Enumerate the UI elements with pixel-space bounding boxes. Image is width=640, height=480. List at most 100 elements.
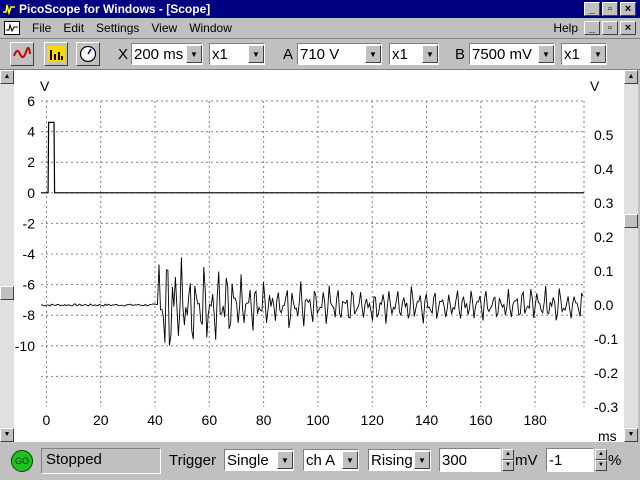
menu-settings[interactable]: Settings (90, 21, 145, 35)
scroll-up-arrow-icon[interactable]: ▲ (0, 70, 14, 84)
trigger-mode-select[interactable]: Single ▼ (224, 449, 294, 471)
trigger-edge-select[interactable]: Rising ▼ (368, 449, 431, 471)
right-tick-label: 0.5 (594, 127, 614, 143)
chevron-down-icon[interactable]: ▼ (248, 45, 264, 63)
left-tick-label: 0 (27, 185, 35, 201)
right-tick-label: -0.1 (594, 331, 618, 347)
right-tick-label: 0.0 (594, 297, 614, 313)
chevron-down-icon[interactable]: ▼ (186, 45, 202, 63)
scope-trace-chart: 0 20 40 60 80 100 120 140 160 1806420-2-4-6-8-100… (15, 78, 619, 444)
x-tick-label: 60 (202, 412, 218, 428)
channel-b-multiplier-select[interactable]: x1 ▼ (561, 43, 607, 65)
trigger-delay-unit: % (608, 452, 622, 469)
chevron-down-icon[interactable]: ▼ (342, 451, 358, 469)
left-tick-label: -4 (23, 246, 36, 262)
x-tick-label: 180 (523, 412, 547, 428)
picoscope-app-icon (2, 2, 16, 16)
right-tick-label: 0.3 (594, 195, 614, 211)
oscilloscope-plot: 0 20 40 60 80 100 120 140 160 180 6 4 2 0 -2 -4 -6 -8 -10 0… (14, 70, 624, 444)
run-state-text: Stopped (46, 451, 102, 468)
mdi-restore-button[interactable]: ▫ (602, 21, 618, 35)
channel-b-multiplier-value: x1 (564, 45, 580, 63)
trigger-level-input[interactable]: 300 (439, 448, 501, 472)
chevron-down-icon[interactable]: ▼ (538, 45, 554, 63)
trigger-label: Trigger (169, 452, 216, 469)
go-button[interactable]: GO (11, 450, 33, 472)
close-button[interactable]: × (620, 2, 636, 16)
channel-a-trace (41, 121, 584, 194)
x-multiplier-select[interactable]: x1 ▼ (209, 43, 265, 65)
trigger-delay-input[interactable]: -1 (546, 448, 594, 472)
channel-b-range-value: 7500 mV (472, 45, 533, 63)
scroll-down-arrow-icon[interactable]: ▼ (624, 428, 638, 442)
spin-up-icon[interactable]: ▲ (595, 449, 607, 460)
scope-document-icon[interactable] (4, 21, 20, 35)
scope-toolbar: X 200 ms ▼ x1 ▼ A 710 V ▼ x1 ▼ B 7500 mV… (0, 38, 640, 70)
restore-button[interactable]: ▫ (602, 2, 618, 16)
spectrum-mode-button[interactable] (44, 42, 68, 66)
menu-view[interactable]: View (145, 21, 183, 35)
x-tick-label: 80 (256, 412, 272, 428)
trigger-channel-value: ch A (306, 451, 336, 469)
channel-b-offset-scrollbar[interactable]: ▲ ▼ (624, 70, 638, 442)
trigger-edge-value: Rising (371, 451, 413, 469)
right-tick-label: 0.2 (594, 229, 614, 245)
right-tick-label: 0.4 (594, 161, 614, 177)
meter-dial-icon (79, 45, 97, 63)
timebase-value: 200 ms (134, 45, 184, 63)
scroll-up-arrow-icon[interactable]: ▲ (624, 70, 638, 84)
x-tick-label: 0 (43, 412, 51, 428)
channel-a-multiplier-select[interactable]: x1 ▼ (389, 43, 439, 65)
menu-window[interactable]: Window (183, 21, 238, 35)
chevron-down-icon[interactable]: ▼ (414, 451, 430, 469)
left-tick-label: -2 (23, 215, 36, 231)
run-state-field: Stopped (41, 448, 161, 474)
minimize-button[interactable]: _ (584, 2, 600, 16)
left-tick-label: 6 (27, 93, 35, 109)
x-multiplier-value: x1 (212, 45, 228, 63)
chevron-down-icon[interactable]: ▼ (365, 45, 381, 63)
channel-a-offset-scrollbar[interactable]: ▲ ▼ (0, 70, 14, 442)
mdi-minimize-button[interactable]: _ (584, 21, 600, 35)
left-axis-unit-label: V (40, 78, 50, 94)
channel-a-offset-thumb[interactable] (0, 286, 14, 300)
menu-edit[interactable]: Edit (57, 21, 90, 35)
x-tick-label: 40 (147, 412, 163, 428)
spin-down-icon[interactable]: ▼ (595, 460, 607, 471)
left-tick-label: -8 (23, 307, 36, 323)
timebase-select[interactable]: 200 ms ▼ (131, 43, 203, 65)
menu-help[interactable]: Help (547, 21, 584, 35)
channel-b-offset-thumb[interactable] (624, 214, 638, 228)
scope-waveform-icon (13, 47, 31, 58)
spin-down-icon[interactable]: ▼ (502, 460, 514, 471)
meter-mode-button[interactable] (76, 42, 100, 66)
chevron-down-icon[interactable]: ▼ (590, 45, 606, 63)
window-title: PicoScope for Windows - [Scope] (19, 2, 211, 16)
x-tick-label: 20 (93, 412, 109, 428)
channel-b-label: B (455, 46, 466, 63)
left-tick-label: -10 (15, 338, 35, 354)
status-bar: GO Stopped Trigger Single ▼ ch A ▼ Risin… (0, 444, 640, 480)
channel-a-range-value: 710 V (300, 45, 340, 63)
mdi-close-button[interactable]: × (620, 21, 636, 35)
chevron-down-icon[interactable]: ▼ (277, 451, 293, 469)
trigger-delay-value: -1 (549, 451, 563, 469)
channel-b-range-select[interactable]: 7500 mV ▼ (469, 43, 555, 65)
trigger-level-value: 300 (442, 451, 468, 469)
right-tick-label: -0.3 (594, 399, 618, 415)
channel-b-trace (40, 257, 584, 346)
spectrum-bars-icon (47, 46, 65, 62)
left-tick-label: 4 (27, 124, 35, 140)
right-tick-label: -0.2 (594, 365, 618, 381)
menu-file[interactable]: File (26, 21, 57, 35)
scroll-down-arrow-icon[interactable]: ▼ (0, 428, 14, 442)
chevron-down-icon[interactable]: ▼ (422, 45, 438, 63)
trigger-level-spinner[interactable]: ▲ ▼ (502, 449, 514, 471)
spin-up-icon[interactable]: ▲ (502, 449, 514, 460)
trigger-mode-value: Single (227, 451, 269, 469)
scope-mode-button[interactable] (10, 42, 34, 66)
trigger-channel-select[interactable]: ch A ▼ (303, 449, 359, 471)
channel-a-range-select[interactable]: 710 V ▼ (297, 43, 382, 65)
left-tick-label: 2 (27, 154, 35, 170)
trigger-delay-spinner[interactable]: ▲ ▼ (595, 449, 607, 471)
